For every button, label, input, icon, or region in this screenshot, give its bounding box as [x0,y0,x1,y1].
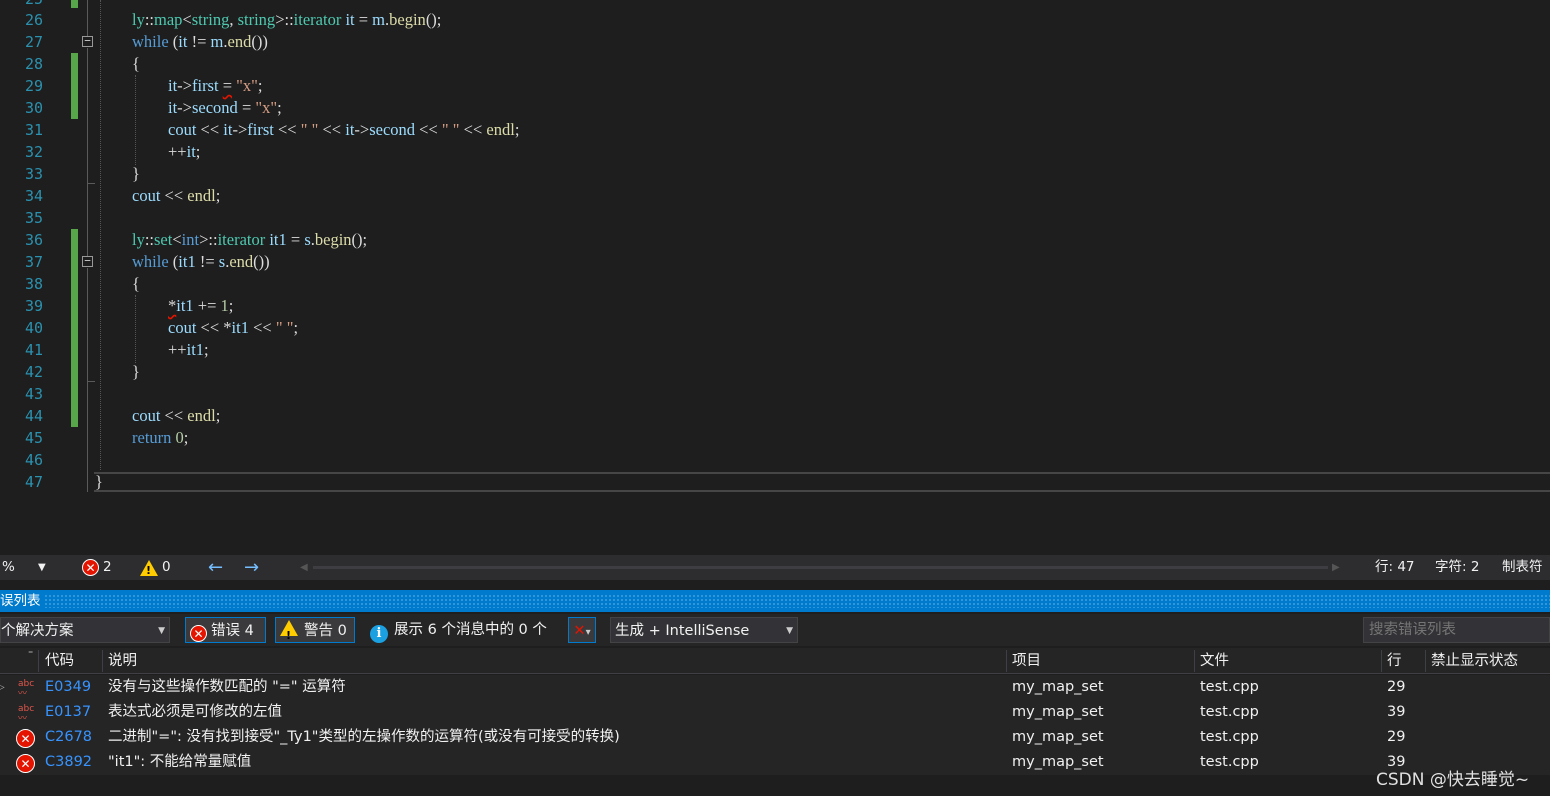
error-project: my_map_set [1012,754,1104,770]
code-line: 26 ly::map<string, string>::iterator it =… [24,10,442,29]
code-line: 42} [24,362,140,381]
error-row[interactable]: ▷ abc 〰 E0349 没有与这些操作数匹配的 "=" 运算符 my_map_… [0,675,1550,700]
code-line: 38{ [24,274,140,293]
tab-indicator: 制表符 [1502,559,1543,575]
column-header-project[interactable]: 项目 [1012,648,1041,674]
error-icon: ✕ [190,625,207,642]
error-description: 二进制"=": 没有找到接受"_Ty1"类型的左操作数的运算符(或没有可接受的转… [108,729,620,745]
build-filter-dropdown[interactable]: 生成 + IntelliSense ▼ [610,617,798,643]
error-list-toolbar: 个解决方案 ▼ ✕ 错误 4 ! 警告 0 i 展示 6 个消息中的 0 个 ✕▾ 生… [0,614,1550,646]
error-project: my_map_set [1012,729,1104,745]
code-line: 32 ++it; [24,142,201,161]
filter-clear-icon[interactable]: ✕▾ [568,617,596,643]
error-description: 表达式必须是可修改的左值 [108,704,282,720]
error-code-link[interactable]: E0349 [45,675,91,700]
messages-filter-button[interactable]: i 展示 6 个消息中的 0 个 [368,617,556,643]
error-project: my_map_set [1012,704,1104,720]
editor-status-bar: % ▼ ✕ 2 ! 0 ← → ◀ ▶ 行: 47 字符: 2 制表符 [0,555,1550,580]
intellisense-error-icon: abc 〰 [18,704,35,724]
error-count[interactable]: 2 [103,555,112,580]
code-line: 37 while (it1 != s.end()) [24,252,270,271]
error-line: 39 [1387,704,1406,720]
watermark: CSDN @快去睡觉~ [1376,770,1530,790]
code-line: 39 *it1 += 1; [24,296,234,315]
code-line: 46 [24,451,43,469]
error-line: 29 [1387,729,1406,745]
column-header-line[interactable]: 行 [1387,648,1402,674]
char-indicator: 字符: 2 [1435,559,1480,575]
code-line: 29 it->first = "x"; [24,76,263,95]
messages-filter-label: 展示 6 个消息中的 0 个 [394,622,547,638]
scroll-left-icon[interactable]: ◀ [300,555,308,580]
info-icon: i [370,625,388,643]
code-line: 47} [24,472,103,491]
expand-icon[interactable]: ▷ [0,675,5,700]
error-row[interactable]: ✕ C2678 二进制"=": 没有找到接受"_Ty1"类型的左操作数的运算符(… [0,725,1550,750]
horizontal-scrollbar[interactable] [313,566,1328,569]
error-project: my_map_set [1012,679,1104,695]
code-line: 44 cout << endl; [24,406,221,425]
error-search-input[interactable] [1363,617,1550,643]
error-code-link[interactable]: C2678 [45,725,92,750]
warnings-filter-label: 警告 0 [304,623,347,639]
errors-filter-label: 错误 4 [211,623,254,639]
build-filter-label: 生成 + IntelliSense [615,623,750,639]
chevron-down-icon[interactable]: ▼ [38,555,46,580]
code-line: 34 cout << endl; [24,186,221,205]
column-header-file[interactable]: 文件 [1200,648,1229,674]
error-file: test.cpp [1200,704,1259,720]
column-header-description[interactable]: 说明 [108,648,137,674]
code-line: 28{ [24,54,140,73]
intellisense-error-icon: abc 〰 [18,679,35,699]
code-editor[interactable]: 25 − − 26ly::map<string, string>::iterat… [0,0,1550,555]
error-code-link[interactable]: C3892 [45,750,92,775]
code-line: 40 cout << *it1 << " "; [24,318,299,337]
chevron-down-icon: ▼ [786,626,793,636]
error-description: "it1": 不能给常量赋值 [108,754,252,770]
code-line: 31 cout << it->first << " " << it->second… [24,120,520,139]
code-line: 30 it->second = "x"; [24,98,282,117]
warning-count[interactable]: 0 [162,555,171,580]
code-line: 43 [24,385,43,403]
code-line: 27 while (it != m.end()) [24,32,268,51]
errors-filter-button[interactable]: ✕ 错误 4 [185,617,266,643]
error-row[interactable]: ✕ C3892 "it1": 不能给常量赋值 my_map_set test.c… [0,750,1550,775]
panel-title: 误列表 [0,593,41,609]
chevron-down-icon: ▼ [158,626,165,636]
error-row[interactable]: abc 〰 E0137 表达式必须是可修改的左值 my_map_set test.… [0,700,1550,725]
error-file: test.cpp [1200,729,1259,745]
title-bar-grip [44,594,1550,608]
column-header-code[interactable]: 代码 [45,648,74,674]
code-line: 41 ++it1; [24,340,209,359]
change-marker [71,0,78,8]
arrow-right-icon[interactable]: → [244,555,259,580]
error-list-title-bar[interactable]: 误列表 [0,590,1550,612]
code-line: 45 return 0; [24,428,189,447]
code-line: 33} [24,164,140,183]
column-header-suppression[interactable]: 禁止显示状态 [1431,648,1518,674]
warnings-filter-button[interactable]: ! 警告 0 [275,617,355,643]
arrow-left-icon[interactable]: ← [208,555,223,580]
line-indicator: 行: 47 [1375,559,1415,575]
error-line: 29 [1387,679,1406,695]
code-line: 36 ly::set<int>::iterator it1 = s.begin()… [24,230,368,249]
error-code-link[interactable]: E0137 [45,700,91,725]
error-file: test.cpp [1200,679,1259,695]
scope-label: 个解决方案 [1,623,74,639]
sort-indicator-icon: ⁼ [28,649,34,660]
error-list-header: ⁼ 代码 说明 项目 文件 行 禁止显示状态 [0,648,1550,674]
scope-dropdown[interactable]: 个解决方案 ▼ [0,617,170,643]
scroll-right-icon[interactable]: ▶ [1332,555,1340,580]
error-description: 没有与这些操作数匹配的 "=" 运算符 [108,679,346,695]
code-line: 35 [24,209,43,227]
zoom-level[interactable]: % [2,555,15,580]
error-file: test.cpp [1200,754,1259,770]
warning-icon: ! [280,620,298,642]
